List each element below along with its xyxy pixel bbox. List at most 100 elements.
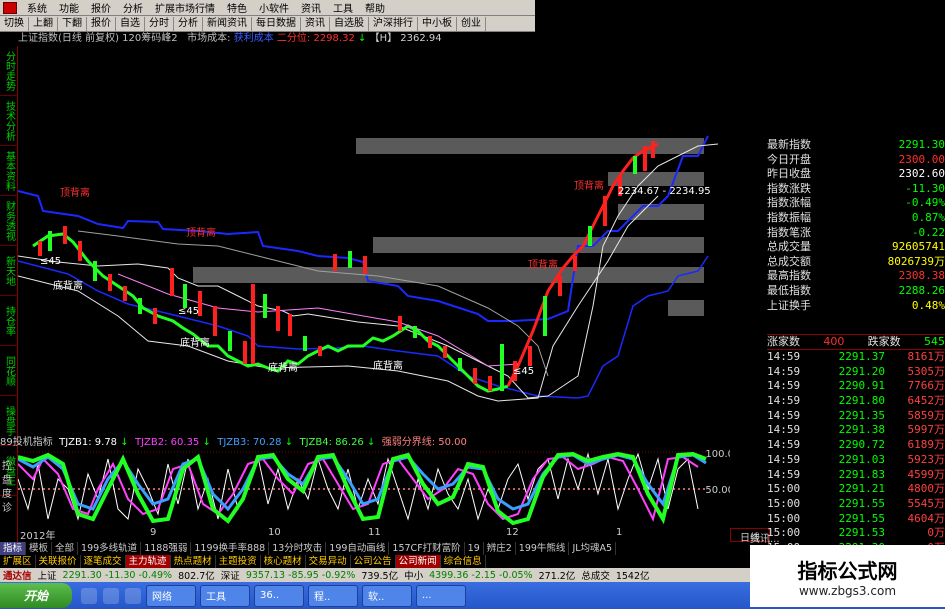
menu-system[interactable]: 系统 bbox=[21, 0, 53, 15]
tab-intraday[interactable]: 分时走势 bbox=[0, 46, 18, 96]
quote-value: 0.87% bbox=[911, 210, 945, 224]
toolbar-quote[interactable]: 报价 bbox=[87, 16, 116, 31]
extension-tab[interactable]: 公司公告 bbox=[351, 555, 396, 568]
tick-list: 14:59 2291.37 8161万 14:59 2291.20 5305万 14:59 2… bbox=[767, 349, 945, 556]
tick-price: 2291.37 bbox=[838, 350, 885, 363]
tab-finance[interactable]: 财务透视 bbox=[0, 196, 18, 246]
tab-fundamentals[interactable]: 基本资料 bbox=[0, 146, 18, 196]
media-icon[interactable] bbox=[125, 587, 141, 604]
candle bbox=[633, 156, 637, 174]
taskbar-item[interactable]: 程.. bbox=[308, 584, 358, 607]
extension-tab[interactable]: 综合信息 bbox=[441, 555, 486, 568]
desktop-icon[interactable] bbox=[103, 587, 119, 604]
tab-holdings[interactable]: 持仓率 bbox=[0, 296, 18, 346]
extension-tab[interactable]: 主题投资 bbox=[216, 555, 261, 568]
indicator-tab[interactable]: 辨庄2 bbox=[484, 542, 516, 555]
menu-small-software[interactable]: 小软件 bbox=[253, 0, 295, 15]
watermark-title: 指标公式网 bbox=[797, 558, 898, 583]
indicator-tab[interactable]: JL均魂A5 bbox=[569, 542, 617, 555]
menu-analysis[interactable]: 分析 bbox=[117, 0, 149, 15]
toolbar-watchlist[interactable]: 自选 bbox=[116, 16, 145, 31]
extension-tab[interactable]: 交易异动 bbox=[306, 555, 351, 568]
taskbar-item[interactable]: 36.. bbox=[254, 584, 304, 607]
toolbar-page-down[interactable]: 下翻 bbox=[58, 16, 87, 31]
menu-tools[interactable]: 工具 bbox=[327, 0, 359, 15]
menu-help[interactable]: 帮助 bbox=[359, 0, 391, 15]
tick-row: 14:59 2291.20 5305万 bbox=[767, 365, 945, 380]
tick-row: 15:00 2291.55 5545万 bbox=[767, 497, 945, 512]
toolbar-info[interactable]: 资讯 bbox=[301, 16, 330, 31]
axis-month: 2012年 bbox=[20, 531, 56, 542]
indicator-tab[interactable]: 157CF打财富阶 bbox=[389, 542, 465, 555]
tick-time: 14:59 bbox=[767, 438, 801, 452]
chart-title-line: 上证指数(日线 前复权) 120筹码峰2 市场成本: 获利成本 二分位: 229… bbox=[18, 32, 535, 46]
start-button[interactable]: 开始 bbox=[0, 583, 72, 608]
menu-special[interactable]: 特色 bbox=[221, 0, 253, 15]
indicator-chart[interactable]: 100.0 50.00 bbox=[18, 449, 730, 529]
info-label[interactable]: 资讯... bbox=[750, 530, 810, 545]
taskbar-item[interactable]: ... bbox=[416, 584, 466, 607]
indicator-tab[interactable]: 1199换手率888 bbox=[191, 542, 270, 555]
extension-tab[interactable]: 主力轨迹 bbox=[125, 555, 171, 568]
down-arrow-icon: ↓ bbox=[284, 437, 294, 448]
down-count: 545 bbox=[923, 335, 945, 348]
tick-time: 15:00 bbox=[767, 511, 801, 525]
taskbar-item[interactable]: 网络 bbox=[146, 584, 196, 607]
status-total-value: 1542亿 bbox=[615, 571, 650, 582]
extension-tab[interactable]: 关联报价 bbox=[36, 555, 81, 568]
toolbar-sme-board[interactable]: 中小板 bbox=[418, 16, 457, 31]
extension-tab[interactable]: 扩展区 bbox=[0, 555, 36, 568]
menu-function[interactable]: 功能 bbox=[53, 0, 85, 15]
indicator-tab[interactable]: 13分时攻击 bbox=[269, 542, 327, 555]
menu-bar: 系统 功能 报价 分析 扩展市场行情 特色 小软件 资讯 工具 帮助 bbox=[0, 0, 535, 16]
taskbar-item[interactable]: 工具 bbox=[200, 584, 250, 607]
extension-tab[interactable]: 逐笔成交 bbox=[81, 555, 126, 568]
down-arrow-icon: ↓ bbox=[120, 437, 129, 448]
toolbar-news[interactable]: 新闻资讯 bbox=[203, 16, 252, 31]
quote-row: 指数笔涨 -0.22 bbox=[767, 226, 945, 241]
indicator-left-labels: 控 盘 度 诊 bbox=[2, 460, 16, 516]
menu-quote[interactable]: 报价 bbox=[85, 0, 117, 15]
tab-technical[interactable]: 技术分析 bbox=[0, 96, 18, 146]
tab-tonghuashun[interactable]: 同花顺 bbox=[0, 346, 18, 396]
toolbar-my-stocks[interactable]: 自选股 bbox=[330, 16, 369, 31]
indicator-tab[interactable]: 模板 bbox=[26, 542, 53, 555]
blue-channel-upper bbox=[18, 135, 709, 322]
indicator-tab[interactable]: 指标 bbox=[0, 542, 27, 555]
toolbar-analysis[interactable]: 分析 bbox=[174, 16, 203, 31]
toolbar-switch[interactable]: 切换 bbox=[0, 16, 29, 31]
toolbar-intraday[interactable]: 分时 bbox=[145, 16, 174, 31]
menu-extended-market[interactable]: 扩展市场行情 bbox=[149, 0, 221, 15]
toolbar-daily-data[interactable]: 每日数据 bbox=[252, 16, 301, 31]
indicator-tab[interactable]: 199牛熊线 bbox=[516, 542, 570, 555]
candle bbox=[500, 344, 504, 391]
toolbar-ranking[interactable]: 沪深排行 bbox=[369, 16, 418, 31]
app-logo-icon bbox=[3, 1, 17, 14]
toolbar-page-up[interactable]: 上翻 bbox=[29, 16, 58, 31]
label-top-divergence: 顶背离 bbox=[528, 258, 558, 271]
indicator-tab[interactable]: 199多线轨道 bbox=[78, 542, 142, 555]
extension-tab[interactable]: 热点题材 bbox=[171, 555, 216, 568]
extension-tab[interactable]: 核心题材 bbox=[261, 555, 306, 568]
taskbar-item[interactable]: 软.. bbox=[362, 584, 412, 607]
main-price-chart[interactable]: 2275225022252200217521502125210020752050… bbox=[18, 46, 730, 432]
indicator-header: 89投机指标 TJZB1: 9.78 ↓ TJZB2: 60.35 ↓ TJZB… bbox=[0, 436, 540, 449]
candle bbox=[38, 241, 42, 256]
toolbar-chinext[interactable]: 创业 bbox=[457, 16, 486, 31]
ie-icon[interactable] bbox=[81, 587, 97, 604]
label-top-divergence: 顶背离 bbox=[574, 179, 604, 192]
indicator-tab[interactable]: 199自动画线 bbox=[326, 542, 390, 555]
indicator-name[interactable]: 89投机指标 bbox=[0, 437, 53, 448]
watermark: 指标公式网 www.zbgs3.com bbox=[750, 545, 945, 607]
tjzb1-value: TJZB1: 9.78 bbox=[59, 437, 118, 448]
quote-label: 最高指数 bbox=[767, 269, 811, 283]
candle bbox=[288, 314, 292, 336]
candle bbox=[363, 256, 367, 274]
indicator-tab[interactable]: 1188强弱 bbox=[141, 542, 192, 555]
tab-new-world[interactable]: 新天地 bbox=[0, 246, 18, 296]
axis-month: 10 bbox=[268, 527, 281, 538]
extension-tab[interactable]: 公司新闻 bbox=[395, 555, 441, 568]
indicator-tab[interactable]: 全部 bbox=[52, 542, 79, 555]
menu-news[interactable]: 资讯 bbox=[295, 0, 327, 15]
indicator-tab[interactable]: 19 bbox=[465, 542, 484, 555]
